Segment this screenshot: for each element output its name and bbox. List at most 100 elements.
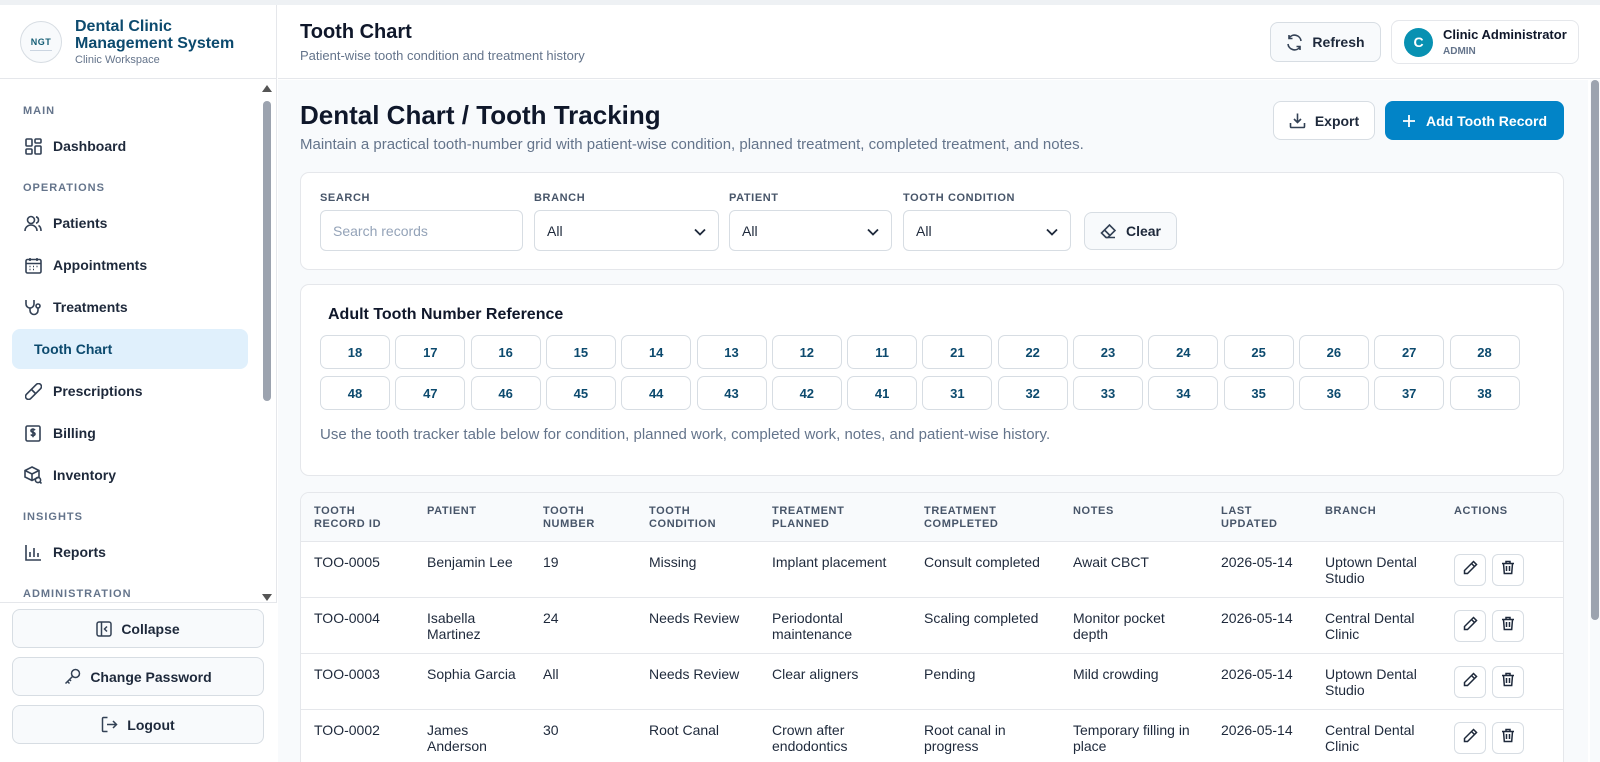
billing-icon [24, 424, 42, 442]
delete-button[interactable] [1492, 666, 1524, 698]
tooth-11[interactable]: 11 [847, 335, 918, 369]
sidebar-item-billing[interactable]: Billing [12, 413, 248, 453]
tooth-32[interactable]: 32 [997, 376, 1068, 410]
tooth-35[interactable]: 35 [1223, 376, 1294, 410]
refresh-button[interactable]: Refresh [1270, 22, 1381, 62]
user-menu[interactable]: C Clinic Administrator ADMIN [1391, 20, 1579, 64]
tooth-21[interactable]: 21 [922, 335, 993, 369]
logout-label: Logout [127, 716, 175, 733]
search-input[interactable]: Search records [320, 210, 523, 251]
patient-label: PATIENT [729, 192, 779, 204]
sidebar-item-prescriptions[interactable]: Prescriptions [12, 371, 248, 411]
tooth-25[interactable]: 25 [1223, 335, 1294, 369]
tooth-38[interactable]: 38 [1449, 376, 1520, 410]
branch-select[interactable]: All [534, 210, 719, 251]
edit-button[interactable] [1454, 666, 1486, 698]
condition-label: TOOTH CONDITION [903, 192, 1016, 204]
scroll-up-icon[interactable] [262, 85, 272, 92]
tooth-45[interactable]: 45 [545, 376, 616, 410]
cell-id: TOO-0002 [314, 722, 380, 738]
brand-subtitle: Clinic Workspace [75, 53, 160, 66]
plus-icon [1402, 114, 1416, 128]
tooth-34[interactable]: 34 [1148, 376, 1219, 410]
sidebar-item-tooth-chart[interactable]: Tooth Chart [12, 329, 248, 369]
sidebar-item-treatments[interactable]: Treatments [12, 287, 248, 327]
delete-button[interactable] [1492, 554, 1524, 586]
tooth-41[interactable]: 41 [847, 376, 918, 410]
section-title: Dental Chart / Tooth Tracking [300, 100, 661, 130]
tooth-18[interactable]: 18 [320, 335, 390, 369]
clinic-logo: NGT [20, 20, 62, 63]
scroll-down-icon[interactable] [262, 594, 272, 601]
key-icon [64, 668, 81, 685]
tooth-42[interactable]: 42 [771, 376, 842, 410]
delete-button[interactable] [1492, 722, 1524, 754]
table-row: TOO-0004 Isabella Martinez 24 Needs Review P… [301, 598, 1563, 654]
tooth-44[interactable]: 44 [621, 376, 692, 410]
edit-button[interactable] [1454, 722, 1486, 754]
tooth-47[interactable]: 47 [395, 376, 466, 410]
cell-completed: Root canal in progress [924, 722, 1006, 754]
sidebar-item-appointments[interactable]: Appointments [12, 245, 248, 285]
sidebar-nav: MAIN Dashboard OPERATIONS Patients Appoi… [0, 80, 263, 600]
tooth-23[interactable]: 23 [1073, 335, 1143, 369]
main-scroll-thumb[interactable] [1591, 80, 1599, 620]
tooth-33[interactable]: 33 [1073, 376, 1143, 410]
tooth-46[interactable]: 46 [470, 376, 541, 410]
delete-button[interactable] [1492, 610, 1524, 642]
collapse-button[interactable]: Collapse [12, 609, 264, 648]
sidebar-footer: Collapse Change Password Logout [0, 602, 277, 762]
tooth-14[interactable]: 14 [621, 335, 692, 369]
export-button[interactable]: Export [1273, 101, 1375, 140]
tooth-reference-panel: Adult Tooth Number Reference 18 17 16 15 14 1… [300, 284, 1564, 476]
tooth-24[interactable]: 24 [1148, 335, 1219, 369]
brand-name: Dental Clinic Management System [75, 17, 235, 52]
tooth-43[interactable]: 43 [696, 376, 767, 410]
add-tooth-record-button[interactable]: Add Tooth Record [1385, 101, 1564, 140]
sidebar-item-reports[interactable]: Reports [12, 532, 248, 572]
main-scrollbar[interactable] [1590, 80, 1600, 762]
tooth-12[interactable]: 12 [771, 335, 842, 369]
pencil-icon [1463, 560, 1478, 580]
tooth-31[interactable]: 31 [922, 376, 993, 410]
tooth-36[interactable]: 36 [1298, 376, 1369, 410]
sidebar-scroll-thumb[interactable] [263, 101, 271, 401]
patient-select[interactable]: All [729, 210, 892, 251]
sidebar-scrollbar[interactable] [262, 83, 272, 603]
tooth-15[interactable]: 15 [545, 335, 616, 369]
sidebar-item-patients[interactable]: Patients [12, 203, 248, 243]
tooth-28[interactable]: 28 [1449, 335, 1520, 369]
chevron-down-icon [694, 223, 706, 239]
sidebar-item-inventory[interactable]: Inventory [12, 455, 248, 495]
tooth-records-table: TOOTH RECORD ID PATIENT TOOTH NUMBER TOO… [300, 492, 1564, 762]
section-administration: ADMINISTRATION [23, 588, 132, 600]
pencil-icon [1463, 672, 1478, 692]
edit-button[interactable] [1454, 610, 1486, 642]
tooth-22[interactable]: 22 [997, 335, 1068, 369]
edit-button[interactable] [1454, 554, 1486, 586]
change-password-button[interactable]: Change Password [12, 657, 264, 696]
sidebar-item-label: Tooth Chart [34, 341, 113, 357]
tooth-13[interactable]: 13 [696, 335, 767, 369]
cell-id: TOO-0004 [314, 610, 380, 626]
cell-patient: Benjamin Lee [427, 554, 513, 570]
pencil-icon [1463, 616, 1478, 636]
clear-button[interactable]: Clear [1084, 212, 1177, 250]
sidebar-item-label: Prescriptions [53, 383, 143, 399]
section-operations: OPERATIONS [23, 182, 105, 194]
tooth-37[interactable]: 37 [1374, 376, 1445, 410]
logout-button[interactable]: Logout [12, 705, 264, 744]
tooth-48[interactable]: 48 [320, 376, 390, 410]
tooth-17[interactable]: 17 [395, 335, 466, 369]
sidebar-item-dashboard[interactable]: Dashboard [12, 126, 248, 166]
tooth-27[interactable]: 27 [1374, 335, 1445, 369]
condition-select[interactable]: All [903, 210, 1071, 251]
tooth-16[interactable]: 16 [470, 335, 541, 369]
refresh-icon [1286, 33, 1303, 51]
page-subtitle: Patient-wise tooth condition and treatme… [300, 48, 585, 63]
collapse-icon [96, 620, 113, 637]
th-record-id: TOOTH RECORD ID [314, 505, 382, 530]
tooth-26[interactable]: 26 [1298, 335, 1369, 369]
change-password-label: Change Password [90, 668, 212, 685]
section-insights: INSIGHTS [23, 511, 83, 523]
